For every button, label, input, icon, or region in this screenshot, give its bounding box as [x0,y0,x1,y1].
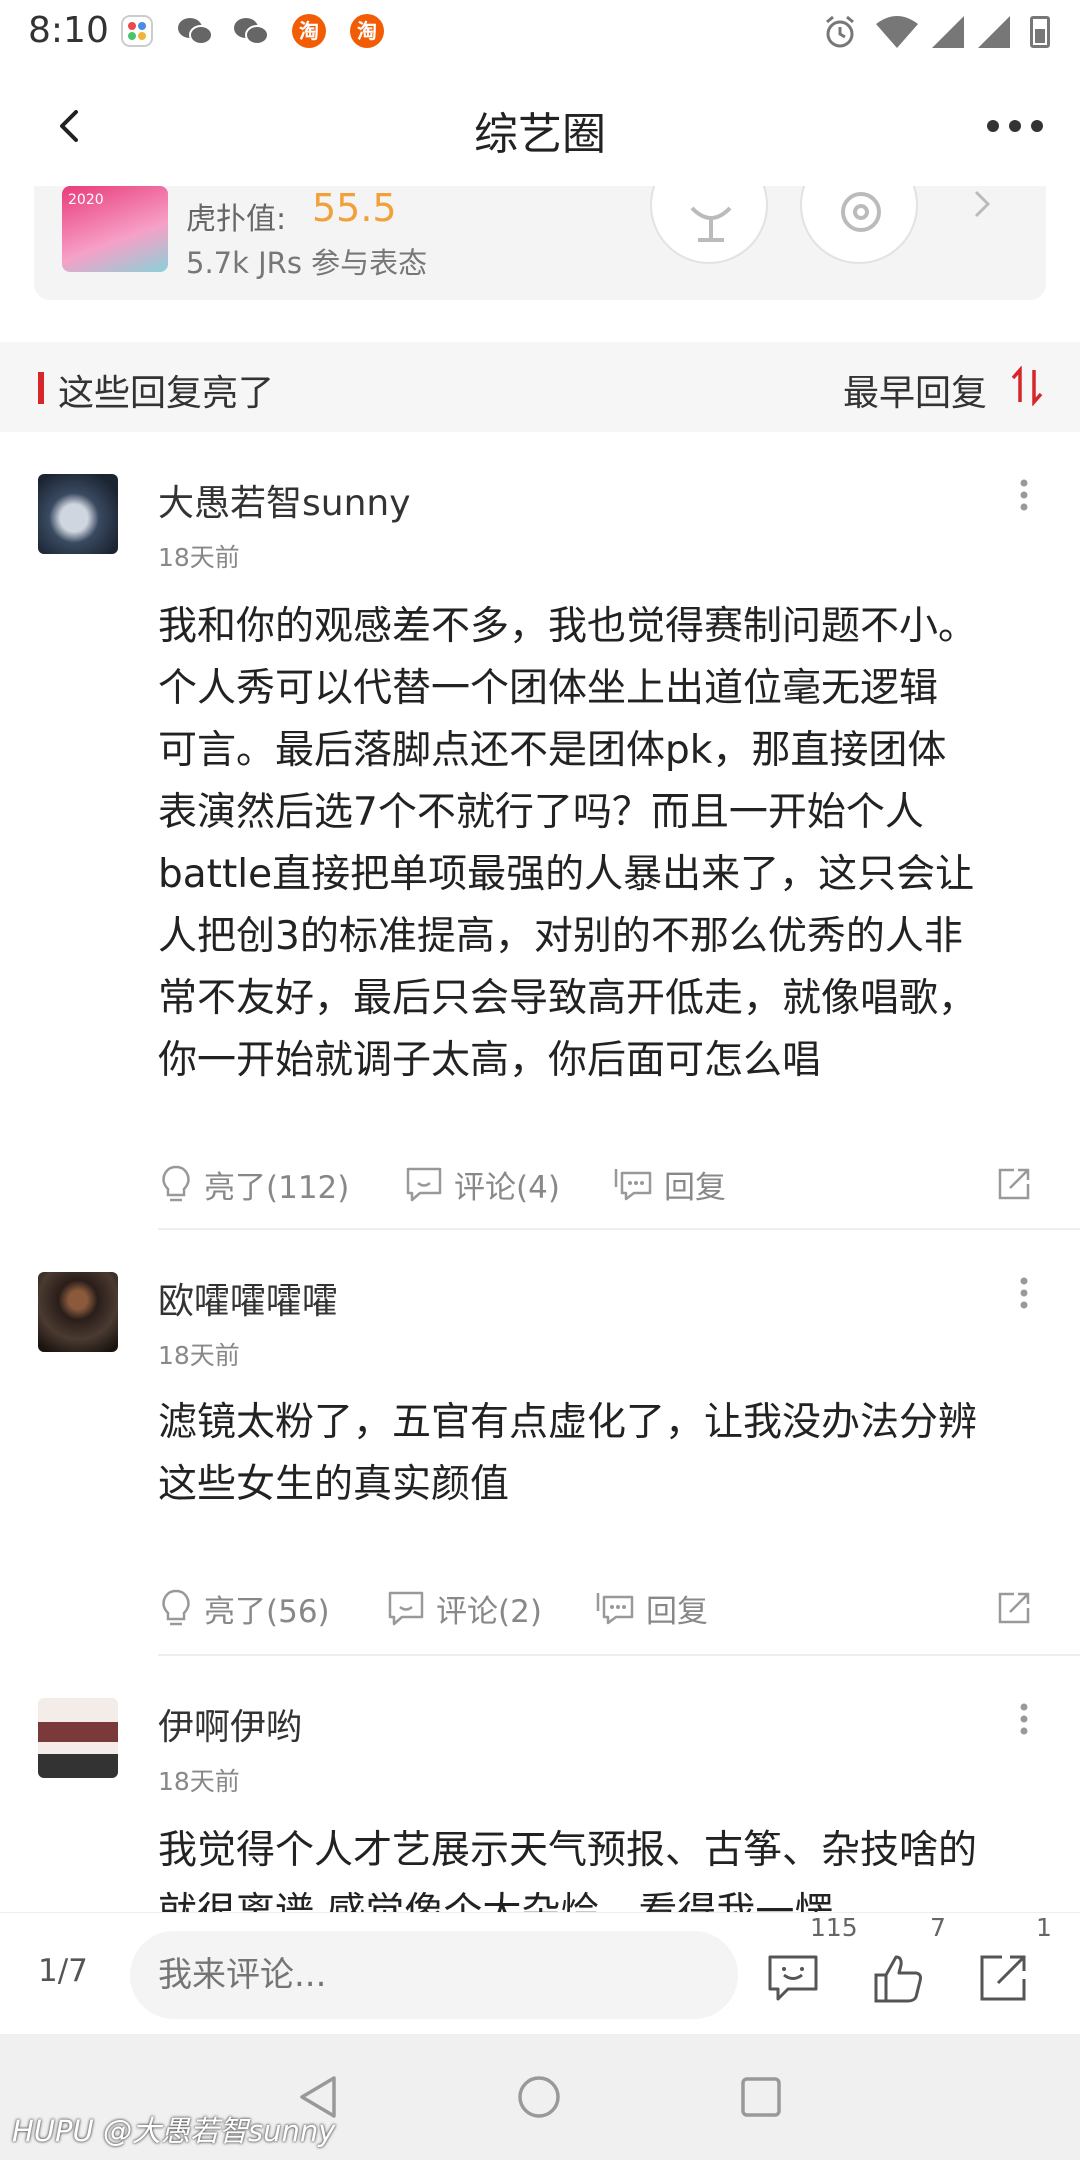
share-icon [998,1168,1030,1200]
show-info-card[interactable]: 2020 虎扑值: 55.5 5.7k JRs 参与表态 [34,186,1046,300]
comment-total-count: 115 [810,1913,858,1942]
nav-home-icon[interactable] [516,2074,562,2124]
comment-item: 欧嚯嚯嚯嚯 18天前 滤镜太粉了，五官有点虚化了，让我没办法分辨 这些女生的真实… [0,1230,1080,1656]
comment-line: 滤镜太粉了，五官有点虚化了，让我没办法分辨 [158,1400,978,1445]
comment-line: 可言。最后落脚点还不是团体pk，那直接团体 [158,728,947,773]
thumbnail-text: 2020 [68,192,104,208]
reply-button[interactable]: 回复 [612,1154,726,1214]
comment-bubble-icon [406,1167,442,1202]
share-icon [998,1592,1030,1624]
page-indicator[interactable]: 1/7 [38,1953,88,1989]
lightbulb-icon [162,1165,190,1202]
light-count: 亮了(112) [204,1169,350,1206]
watermark: HUPU @大愚若智sunny [12,2114,336,2148]
comments-icon[interactable] [764,1949,822,2007]
hupu-score-label: 虎扑值: [186,202,287,237]
comment-username[interactable]: 伊啊伊哟 [158,1698,302,1750]
taobao-icon-2: 淘 [350,14,384,48]
comment-count: 评论(2) [436,1593,542,1630]
comment-line: 个人秀可以代替一个团体坐上出道位毫无逻辑 [158,666,939,711]
comment-line: 我觉得个人才艺展示天气预报、古筝、杂技啥的 [158,1828,978,1873]
comment-actions: 亮了(112) 评论(4) 回复 [158,1154,1038,1214]
more-dots-icon[interactable] [985,118,1045,134]
comment-actions: 亮了(56) 评论(2) 回复 [158,1578,1038,1638]
signal-icon [930,14,966,48]
comment-body: 我和你的观感差不多，我也觉得赛制问题不小。 个人秀可以代替一个团体坐上出道位毫无… [158,596,1058,1092]
comment-line: 人把创3的标准提高，对别的不那么优秀的人非 [158,914,963,959]
share-button[interactable] [994,1154,1044,1214]
light-up-button[interactable]: 亮了(56) [158,1578,330,1638]
light-count: 亮了(56) [204,1593,330,1630]
status-bar: 8:10 淘 淘 [0,0,1080,66]
comment-line: 常不友好，最后只会导致高开低走，就像唱歌， [158,976,978,1021]
comment-item: 伊啊伊哟 18天前 我觉得个人才艺展示天气预报、古筝、杂技啥的 就很离谱 感觉像… [0,1656,1080,1912]
wifi-icon [874,14,920,48]
battery-icon [1030,16,1050,48]
section-header: 这些回复亮了 最早回复 [0,342,1080,432]
comment-line: 就很离谱 感觉像个大杂烩，看得我一愣 [158,1882,1058,1912]
comment-line: 表演然后选7个不就行了吗？而且一开始个人 [158,790,924,835]
reply-button[interactable]: 回复 [594,1578,708,1638]
reply-label: 回复 [664,1169,726,1206]
hupu-score-value: 55.5 [312,186,397,230]
alarm-icon [822,14,856,48]
avatar[interactable] [38,1698,118,1778]
reply-bubbles-icon [596,1593,634,1625]
reply-label: 回复 [646,1593,708,1630]
comment-input[interactable] [130,1931,738,2019]
comment-body: 我觉得个人才艺展示天气预报、古筝、杂技啥的 就很离谱 感觉像个大杂烩，看得我一愣 [158,1820,1058,1912]
comment-line: battle直接把单项最强的人暴出来了，这只会让 [158,852,975,897]
wechat-icon [176,14,213,48]
chevron-right-icon[interactable] [964,186,1000,222]
show-thumbnail: 2020 [62,186,168,272]
sort-arrows-icon[interactable] [1010,365,1044,407]
comment-body: 滤镜太粉了，五官有点虚化了，让我没办法分辨 这些女生的真实颜值 [158,1392,1058,1516]
more-vertical-icon[interactable] [1016,1702,1032,1736]
share-total-count: 1 [1036,1913,1052,1942]
comment-line: 这些女生的真实颜值 [158,1462,510,1507]
more-vertical-icon[interactable] [1016,478,1032,512]
comment-line: 我和你的观感差不多，我也觉得赛制问题不小。 [158,604,978,649]
taobao-icon: 淘 [292,14,326,48]
rate-button-1[interactable] [650,186,768,264]
share-icon[interactable] [974,1949,1032,2007]
comment-line: 你一开始就调子太高，你后面可怎么唱 [158,1038,822,1083]
status-time: 8:10 [28,10,109,51]
comment-count: 评论(4) [454,1169,560,1206]
rate-button-2[interactable] [800,186,918,264]
comment-time: 18天前 [158,543,240,572]
nav-recents-icon[interactable] [740,2076,782,2122]
comment-bubble-icon [388,1591,424,1626]
lightbulb-icon [162,1589,190,1626]
reply-bubbles-icon [614,1169,652,1201]
comment-button[interactable]: 评论(4) [404,1154,560,1214]
comment-time: 18天前 [158,1767,240,1796]
wechat-icon-2 [232,14,269,48]
avatar[interactable] [38,474,118,554]
more-vertical-icon[interactable] [1016,1276,1032,1310]
avatar[interactable] [38,1272,118,1352]
bottom-comment-bar: 1/7 115 7 1 [0,1912,1080,2034]
participants-count: 5.7k JRs 参与表态 [186,246,428,280]
comment-button[interactable]: 评论(2) [386,1578,542,1638]
comment-item: 大愚若智sunny 18天前 我和你的观感差不多，我也觉得赛制问题不小。 个人秀… [0,432,1080,1232]
thumbs-up-icon[interactable] [868,1949,926,2007]
comment-time: 18天前 [158,1341,240,1370]
sort-label[interactable]: 最早回复 [843,364,987,416]
light-up-button[interactable]: 亮了(112) [158,1154,349,1214]
comment-username[interactable]: 大愚若智sunny [158,474,411,526]
nav-bar: 综艺圈 [0,66,1080,186]
signal-icon-2 [976,14,1012,48]
app-store-icon [120,14,154,48]
like-total-count: 7 [930,1913,946,1942]
section-title: 这些回复亮了 [58,373,275,414]
share-button[interactable] [994,1578,1044,1638]
page-title: 综艺圈 [474,109,606,160]
comment-username[interactable]: 欧嚯嚯嚯嚯 [158,1272,338,1324]
section-marker [38,372,44,404]
